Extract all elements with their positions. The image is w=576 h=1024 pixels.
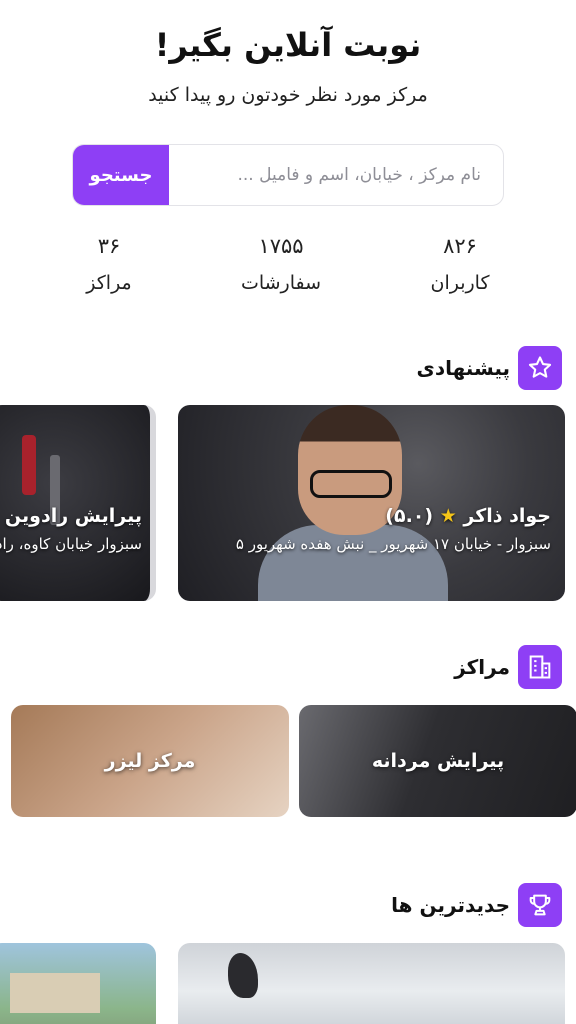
stat-label: مراکز <box>86 272 132 294</box>
featured-title: پیرایش رادوین ★ <box>0 505 142 527</box>
building-icon <box>518 645 562 689</box>
stat-orders: ۱۷۵۵ سفارشات <box>206 234 356 294</box>
section-header-newest: جدیدترین ها <box>391 883 562 927</box>
featured-info: پیرایش رادوین ★ سبزوار خیابان کاوه، رادو… <box>0 505 142 556</box>
page-subtitle: مرکز مورد نظر خودتون رو پیدا کنید <box>148 84 428 106</box>
newest-card[interactable] <box>0 943 156 1024</box>
stat-centers: ۳۶ مراکز <box>34 234 184 294</box>
search-bar: جستجو <box>72 144 504 206</box>
featured-rating: (۵.۰) <box>385 505 434 527</box>
featured-name: جواد ذاکر <box>463 505 551 527</box>
storefront-shape <box>10 973 100 1013</box>
featured-address: سبزوار خیابان کاوه، رادوین <box>0 535 142 553</box>
wall-decor-shape <box>228 953 258 998</box>
section-header-centers: مراکز <box>454 645 562 689</box>
stat-value: ۳۶ <box>97 234 121 258</box>
stat-value: ۱۷۵۵ <box>258 234 304 258</box>
stat-users: ۸۲۶ کاربران <box>385 234 535 294</box>
featured-title: جواد ذاکر ★ (۵.۰) <box>192 505 551 527</box>
section-title: مراکز <box>454 655 510 679</box>
search-input[interactable] <box>169 145 503 205</box>
newest-card[interactable] <box>178 943 565 1024</box>
category-card-laser-center[interactable]: مرکز لیزر <box>11 705 289 817</box>
section-header-suggested: پیشنهادی <box>416 346 562 390</box>
featured-info: جواد ذاکر ★ (۵.۰) سبزوار - خیابان ۱۷ شهر… <box>192 505 551 556</box>
star-icon <box>518 346 562 390</box>
category-card-mens-grooming[interactable]: پیرایش مردانه <box>299 705 576 817</box>
category-label: مرکز لیزر <box>104 750 196 772</box>
star-icon: ★ <box>439 505 457 527</box>
featured-address: سبزوار - خیابان ۱۷ شهریور _ نبش هفده شهر… <box>235 535 551 553</box>
page-title: نوبت آنلاین بگیر! <box>154 26 422 64</box>
featured-card[interactable]: پیرایش رادوین ★ سبزوار خیابان کاوه، رادو… <box>0 405 156 601</box>
search-button[interactable]: جستجو <box>73 145 169 205</box>
stat-label: سفارشات <box>240 272 322 294</box>
featured-name: پیرایش رادوین <box>4 505 142 527</box>
glasses-shape <box>310 470 392 498</box>
trophy-icon <box>518 883 562 927</box>
stat-value: ۸۲۶ <box>443 234 477 258</box>
section-title: پیشنهادی <box>416 356 511 380</box>
clipper-shape <box>22 435 36 495</box>
category-label: پیرایش مردانه <box>371 750 505 772</box>
featured-card[interactable]: جواد ذاکر ★ (۵.۰) سبزوار - خیابان ۱۷ شهر… <box>178 405 565 601</box>
stat-label: کاربران <box>430 272 490 294</box>
section-title: جدیدترین ها <box>391 893 510 917</box>
